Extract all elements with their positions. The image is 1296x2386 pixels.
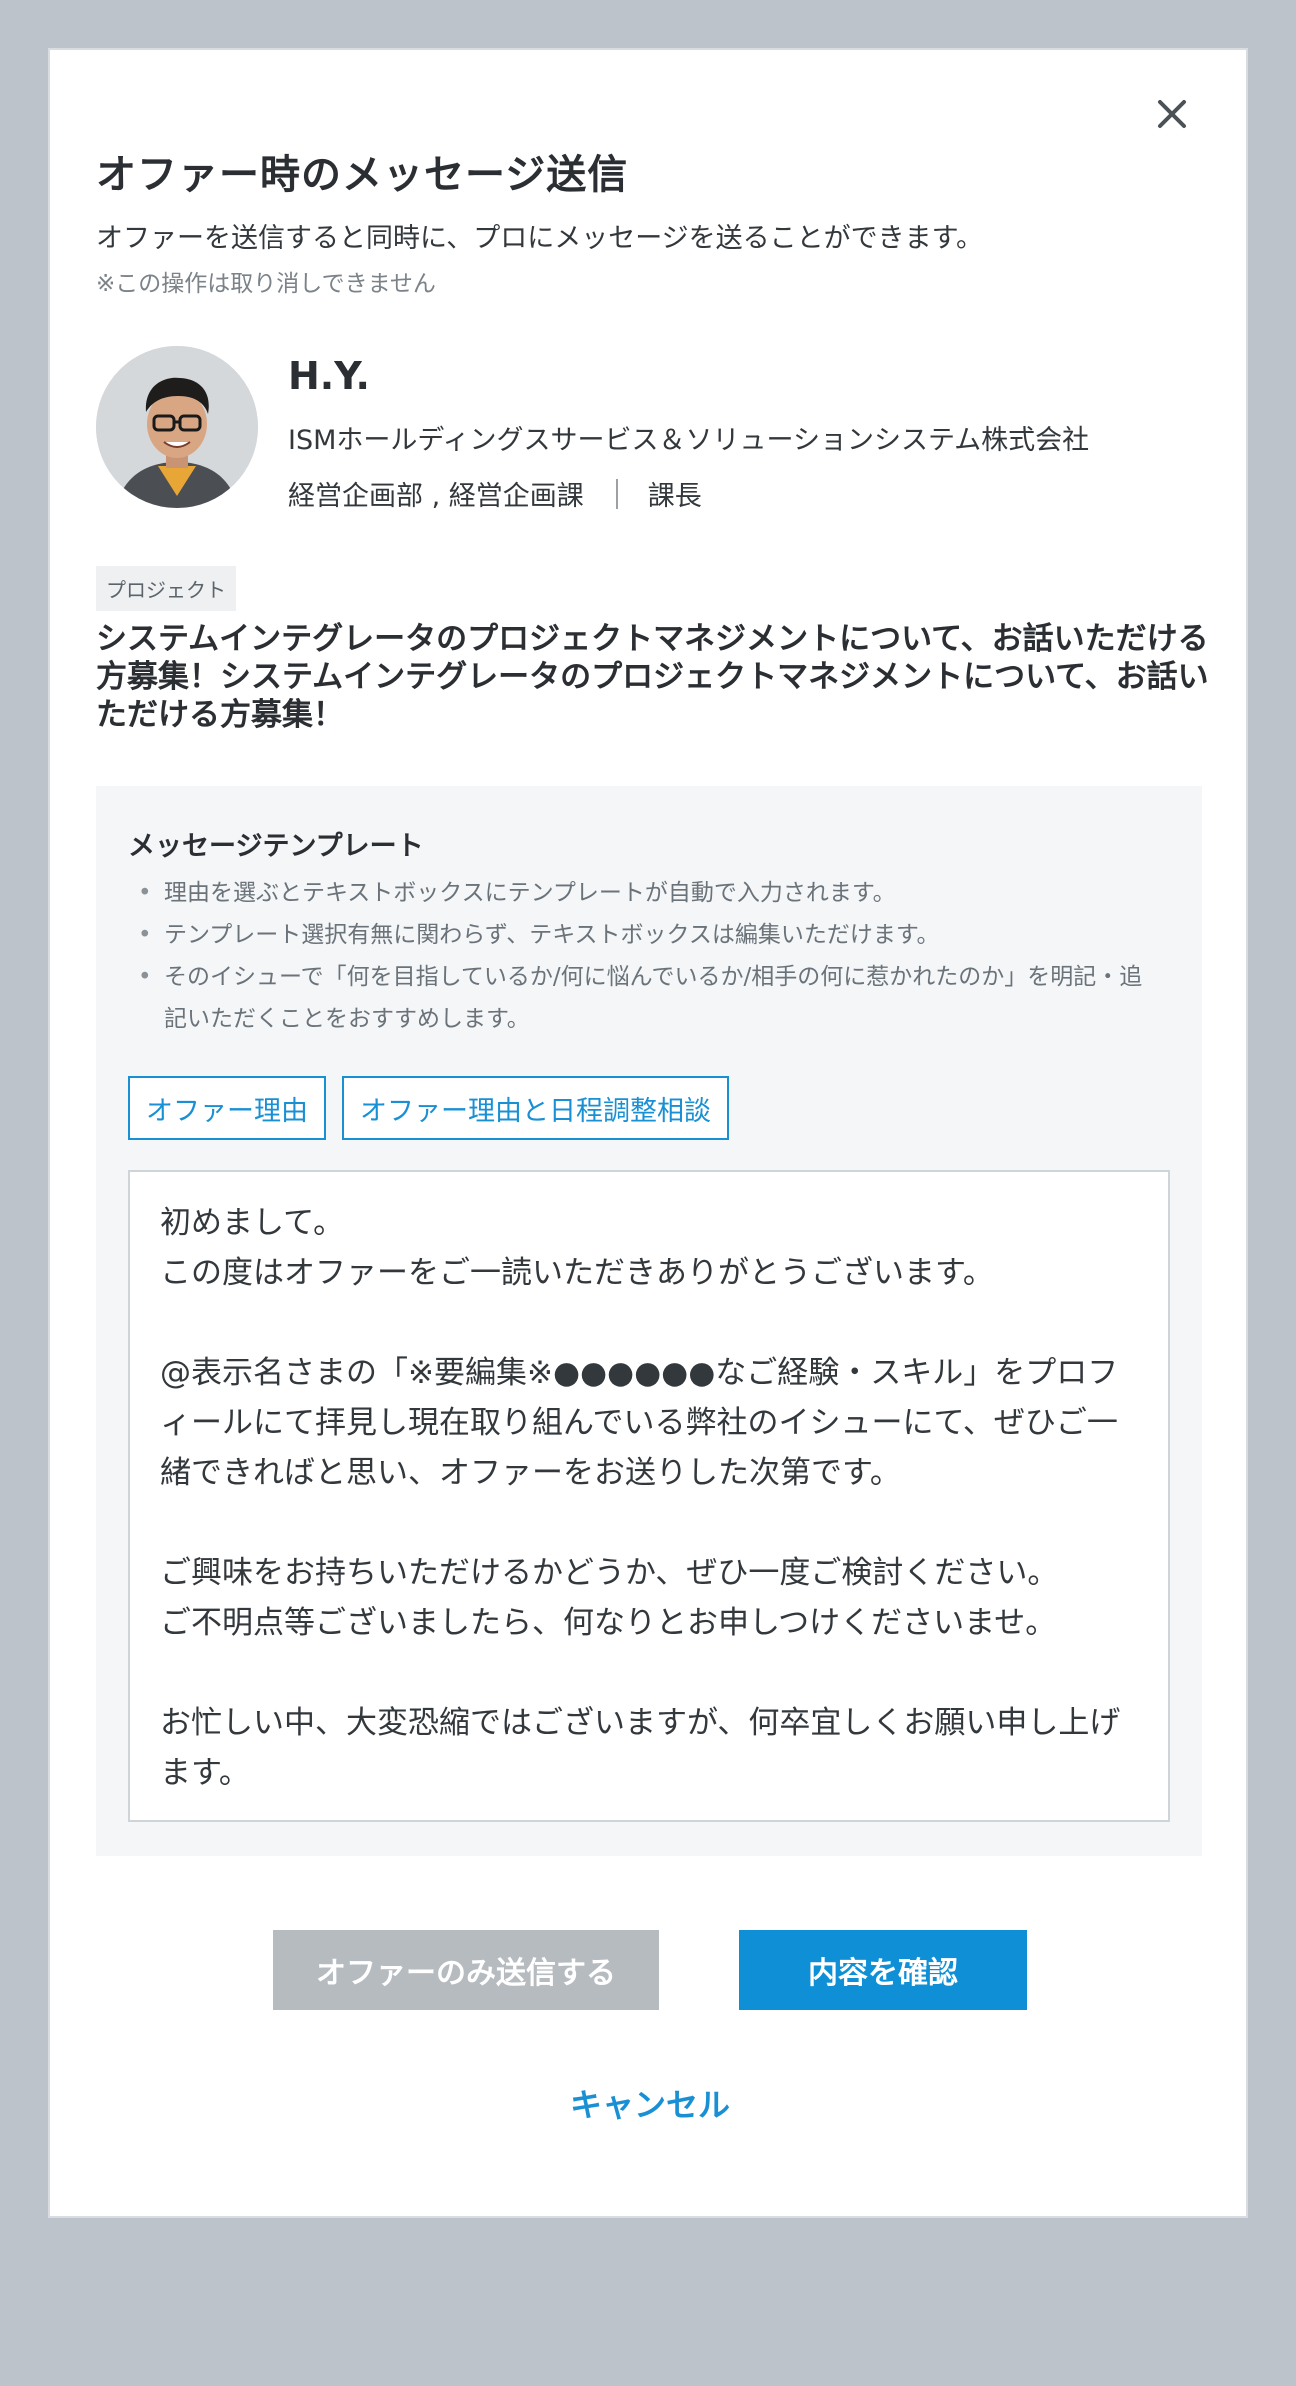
project-tag: プロジェクト (96, 566, 236, 611)
action-buttons: オファーのみ送信する 内容を確認 (50, 1930, 1250, 2010)
project-title: システムインテグレータのプロジェクトマネジメントについて、お話いただける方募集！… (96, 621, 1209, 733)
cancel-link[interactable]: キャンセル (50, 2080, 1250, 2126)
divider (615, 478, 618, 509)
profile-department: 経営企画部 , 経営企画課 (288, 481, 584, 512)
modal-title: オファー時のメッセージ送信 (96, 152, 629, 198)
message-template-panel: メッセージテンプレート 理由を選ぶとテキストボックスにテンプレートが自動で入力さ… (96, 786, 1202, 1856)
confirm-button[interactable]: 内容を確認 (739, 1930, 1027, 2010)
template-heading: メッセージテンプレート (128, 831, 424, 862)
modal-subtitle: オファーを送信すると同時に、プロにメッセージを送ることができます。 (96, 223, 983, 254)
irreversible-note: ※この操作は取り消しできません (96, 271, 436, 297)
template-note: テンプレート選択有無に関わらず、テキストボックスは編集いただけます。 (128, 914, 1158, 956)
avatar (96, 346, 258, 508)
offer-only-button[interactable]: オファーのみ送信する (273, 1930, 659, 2010)
profile-position: 課長 (647, 481, 702, 512)
template-buttons: オファー理由 オファー理由と日程調整相談 (128, 1076, 729, 1140)
message-textarea[interactable]: 初めまして。 この度はオファーをご一読いただきありがとうございます。 @表示名さ… (128, 1170, 1170, 1822)
template-note: そのイシューで「何を目指しているか/何に悩んでいるか/相手の何に惹かれたのか」を… (128, 956, 1158, 1040)
template-notes: 理由を選ぶとテキストボックスにテンプレートが自動で入力されます。 テンプレート選… (128, 872, 1158, 1040)
template-note: 理由を選ぶとテキストボックスにテンプレートが自動で入力されます。 (128, 872, 1158, 914)
close-icon (1158, 100, 1186, 128)
recipient-profile: H.Y. ISMホールディングスサービス＆ソリューションシステム株式会社 経営企… (96, 346, 1196, 516)
profile-company: ISMホールディングスサービス＆ソリューションシステム株式会社 (288, 425, 1090, 456)
profile-department-row: 経営企画部 , 経営企画課 課長 (288, 474, 702, 513)
offer-message-modal: オファー時のメッセージ送信 オファーを送信すると同時に、プロにメッセージを送るこ… (48, 48, 1248, 2218)
close-button[interactable] (1148, 90, 1196, 138)
template-offer-reason-button[interactable]: オファー理由 (128, 1076, 326, 1140)
profile-name: H.Y. (288, 354, 370, 398)
template-offer-reason-schedule-button[interactable]: オファー理由と日程調整相談 (342, 1076, 729, 1140)
